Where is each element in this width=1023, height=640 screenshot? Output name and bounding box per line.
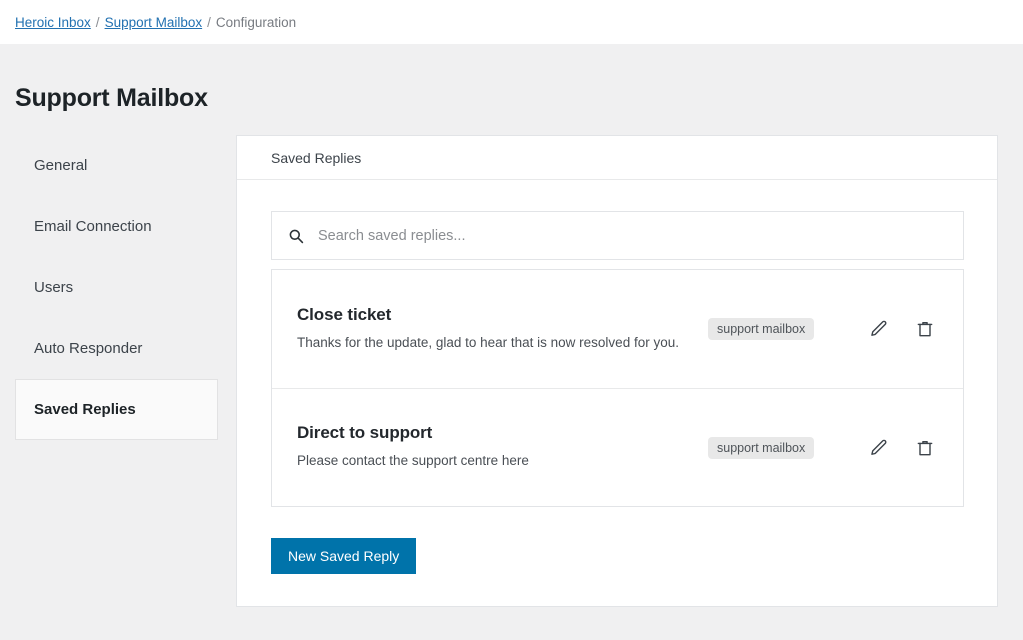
saved-replies-card: Saved Replies Close ticket Thanks for th… [236,135,998,607]
reply-content: Close ticket Thanks for the update, glad… [297,305,682,354]
pencil-icon[interactable] [869,319,889,339]
reply-description: Thanks for the update, glad to hear that… [297,334,679,350]
new-saved-reply-button[interactable]: New Saved Reply [271,538,417,574]
card-header-title: Saved Replies [271,149,362,166]
reply-content: Direct to support Please contact the sup… [297,423,682,472]
sidebar-item-saved-replies[interactable]: Saved Replies [15,379,218,440]
reply-description: Please contact the support centre here [297,453,529,469]
card-header: Saved Replies [237,136,997,180]
table-row[interactable]: Direct to support Please contact the sup… [272,388,963,506]
search-box[interactable] [271,211,964,260]
breadcrumb-link-heroic-inbox[interactable]: Heroic Inbox [15,15,91,30]
main-layout: General Email Connection Users Auto Resp… [0,113,1023,607]
sidebar-item-label: General [34,157,88,174]
sidebar-item-label: Saved Replies [34,401,136,418]
breadcrumb-current-configuration: Configuration [215,14,297,30]
reply-badge-wrapper: support mailbox [682,436,869,459]
card-body: Close ticket Thanks for the update, glad… [237,180,997,606]
table-row[interactable]: Close ticket Thanks for the update, glad… [272,270,963,388]
reply-actions [869,319,941,339]
sidebar-item-general[interactable]: General [15,135,218,196]
breadcrumb-link-support-mailbox[interactable]: Support Mailbox [105,15,203,30]
status-badge: support mailbox [708,318,815,340]
trash-icon[interactable] [915,438,935,458]
breadcrumb-separator: / [95,14,100,30]
trash-icon[interactable] [915,319,935,339]
page-title: Support Mailbox [15,84,208,112]
settings-sidebar: General Email Connection Users Auto Resp… [0,135,218,440]
breadcrumb: Heroic Inbox / Support Mailbox / Configu… [0,0,1023,44]
reply-title: Direct to support [297,423,433,443]
search-input[interactable] [316,226,947,245]
sidebar-item-email-connection[interactable]: Email Connection [15,196,218,257]
breadcrumb-separator: / [207,14,211,30]
pencil-icon[interactable] [869,438,889,458]
reply-actions [869,438,941,458]
reply-title: Close ticket [297,304,392,324]
sidebar-item-label: Users [34,279,74,296]
sidebar-item-label: Email Connection [34,218,152,235]
sidebar-item-auto-responder[interactable]: Auto Responder [15,318,218,379]
sidebar-item-users[interactable]: Users [15,257,218,318]
reply-badge-wrapper: support mailbox [682,318,869,340]
sidebar-item-label: Auto Responder [34,340,143,357]
saved-replies-list: Close ticket Thanks for the update, glad… [271,269,964,507]
status-badge: support mailbox [708,436,815,459]
search-icon [289,229,304,243]
